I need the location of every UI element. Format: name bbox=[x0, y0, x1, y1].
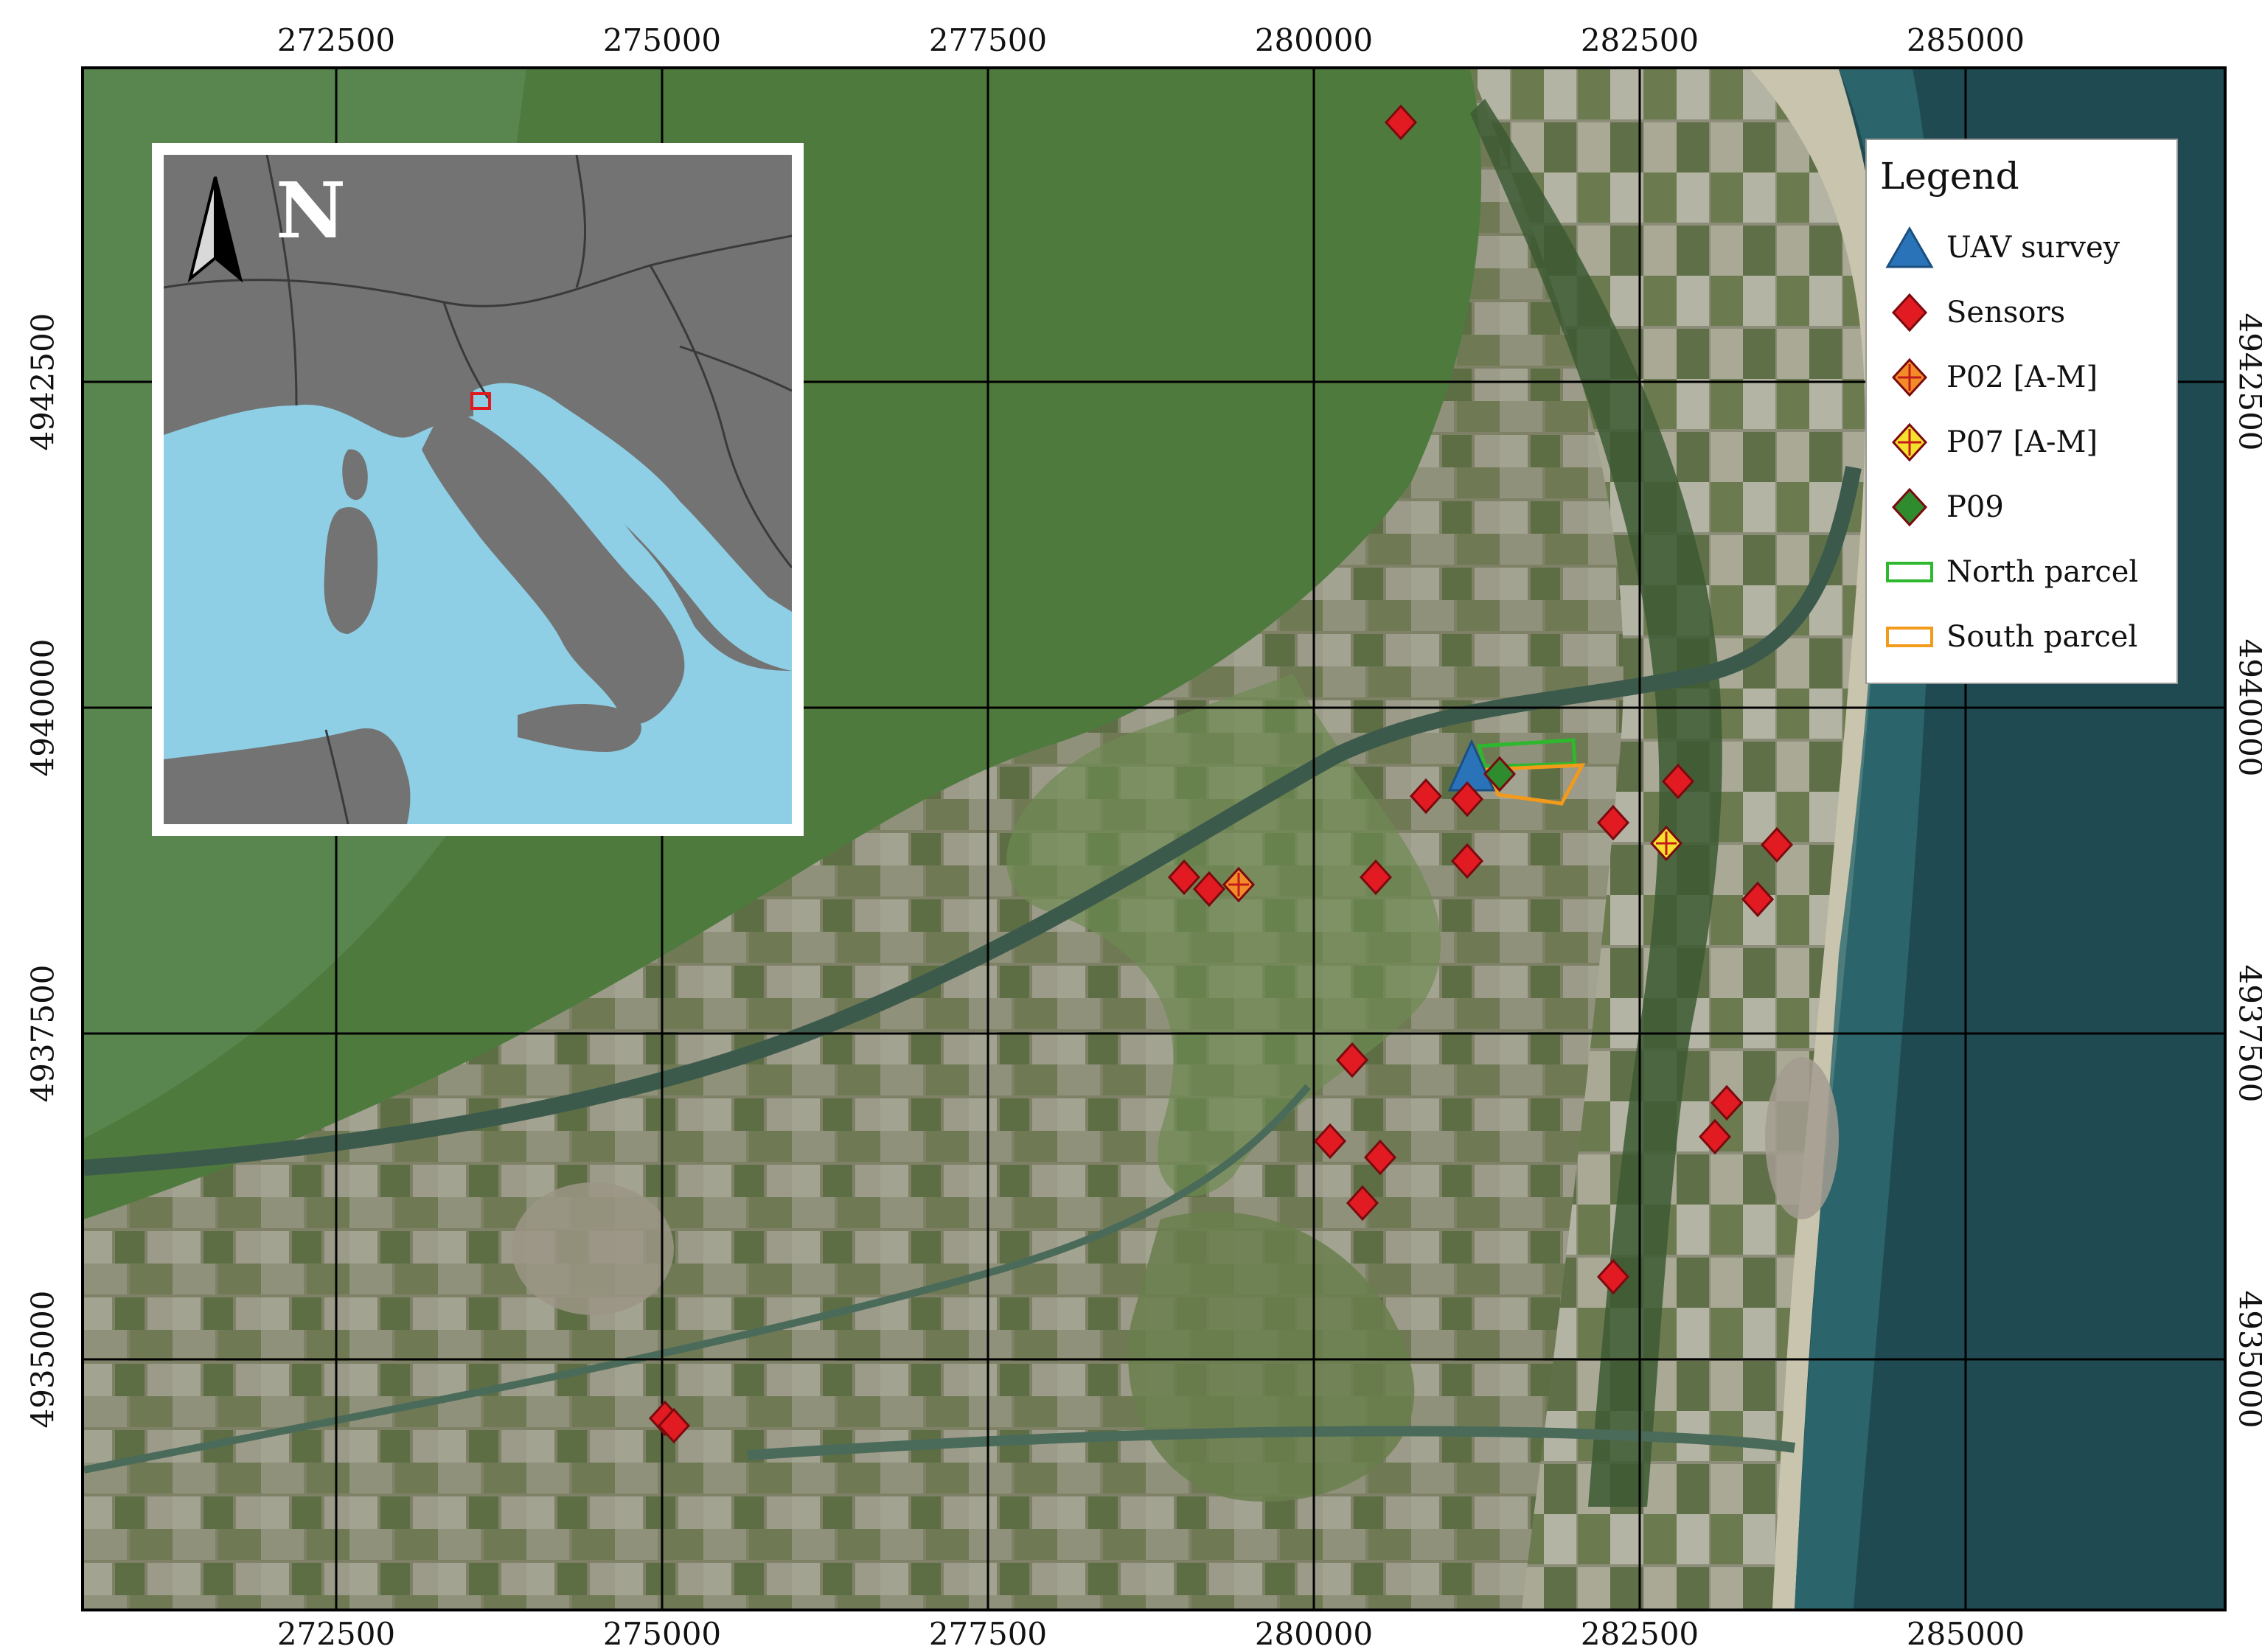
x-tick-top-6: 285000 bbox=[1907, 22, 2025, 58]
legend-item-sensors: Sensors bbox=[1880, 280, 2163, 345]
legend-label: North parcel bbox=[1946, 555, 2138, 589]
coastal-town bbox=[1765, 1057, 1839, 1219]
x-tick-top-4: 280000 bbox=[1255, 22, 1373, 58]
legend-label: P09 bbox=[1946, 490, 2004, 524]
legend-label: Sensors bbox=[1946, 296, 2065, 330]
x-tick-top-1: 272500 bbox=[277, 22, 395, 58]
y-tick-right-4: 4935000 bbox=[2233, 1290, 2262, 1428]
y-tick-left-4: 4935000 bbox=[25, 1290, 61, 1428]
legend-item-p02: P02 [A-M] bbox=[1880, 345, 2163, 410]
x-tick-top-3: 277500 bbox=[929, 22, 1047, 58]
south-parcel-box-icon bbox=[1880, 615, 1939, 659]
legend-label: UAV survey bbox=[1946, 231, 2120, 265]
p02-diamond-icon bbox=[1880, 355, 1939, 400]
p09-diamond-icon bbox=[1880, 485, 1939, 529]
y-tick-left-1: 4942500 bbox=[25, 313, 61, 450]
sensor-diamond-icon bbox=[1880, 290, 1939, 335]
legend-label: South parcel bbox=[1946, 620, 2137, 654]
y-tick-right-1: 4942500 bbox=[2233, 313, 2262, 450]
y-tick-left-3: 4937500 bbox=[25, 964, 61, 1102]
north-parcel-box-icon bbox=[1880, 550, 1939, 594]
inset-map-svg bbox=[164, 155, 792, 824]
x-tick-top-2: 275000 bbox=[603, 22, 721, 58]
p07-diamond-icon bbox=[1880, 420, 1939, 464]
legend-item-p09: P09 bbox=[1880, 475, 2163, 540]
legend-item-south-parcel: South parcel bbox=[1880, 604, 2163, 669]
legend-label: P07 [A-M] bbox=[1946, 425, 2098, 459]
y-tick-left-2: 4940000 bbox=[25, 638, 61, 776]
uav-triangle-icon bbox=[1880, 226, 1939, 270]
legend-item-p07: P07 [A-M] bbox=[1880, 410, 2163, 475]
x-tick-top-5: 282500 bbox=[1581, 22, 1699, 58]
town-area bbox=[512, 1182, 674, 1315]
inset-overview-map: N bbox=[152, 143, 804, 836]
y-tick-right-2: 4940000 bbox=[2233, 638, 2262, 776]
legend-item-uav-survey: UAV survey bbox=[1880, 215, 2163, 280]
north-label: N bbox=[276, 172, 346, 249]
legend-label: P02 [A-M] bbox=[1946, 360, 2098, 394]
legend-title: Legend bbox=[1880, 155, 2163, 198]
legend-panel: Legend UAV survey Sensors P02 [A-M] P07 … bbox=[1865, 139, 2178, 684]
legend-item-north-parcel: North parcel bbox=[1880, 540, 2163, 604]
y-tick-right-3: 4937500 bbox=[2233, 964, 2262, 1102]
